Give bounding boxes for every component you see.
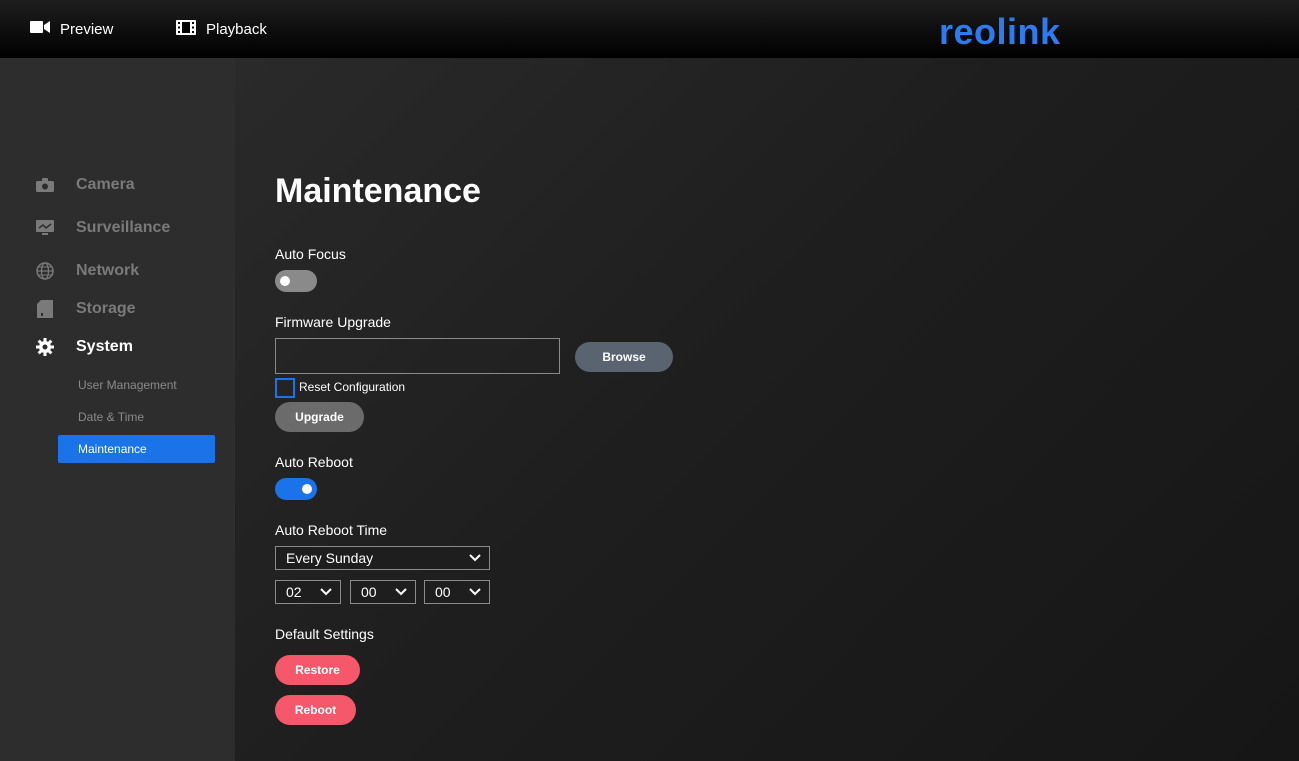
auto-reboot-label: Auto Reboot (275, 454, 353, 470)
film-icon (176, 19, 196, 39)
camera-icon (36, 176, 54, 194)
firmware-file-input[interactable] (275, 338, 560, 374)
globe-icon (36, 262, 54, 280)
auto-reboot-time-label: Auto Reboot Time (275, 522, 388, 538)
reboot-day-value: Every Sunday (286, 550, 374, 566)
sidebar-item-storage[interactable]: Storage (36, 300, 136, 318)
reset-configuration-checkbox[interactable] (275, 378, 295, 398)
chevron-down-icon (320, 588, 332, 596)
firmware-upgrade-label: Firmware Upgrade (275, 314, 391, 330)
sidebar-subitem-user-management[interactable]: User Management (58, 371, 215, 399)
default-settings-label: Default Settings (275, 626, 374, 642)
chevron-down-icon (469, 588, 481, 596)
reset-configuration-label: Reset Configuration (299, 380, 406, 394)
top-bar: Preview Playback reolink (0, 0, 1299, 58)
reboot-second-value: 00 (435, 584, 451, 600)
sidebar-item-surveillance[interactable]: Surveillance (36, 219, 170, 237)
sd-card-icon (36, 300, 54, 318)
monitor-icon (36, 219, 54, 237)
chevron-down-icon (395, 588, 407, 596)
restore-button[interactable]: Restore (275, 655, 360, 685)
chevron-down-icon (469, 554, 481, 562)
reboot-second-select[interactable]: 00 (424, 580, 490, 604)
browse-button[interactable]: Browse (575, 342, 673, 372)
sidebar-item-system[interactable]: System (36, 338, 133, 356)
reboot-minute-value: 00 (361, 584, 377, 600)
auto-reboot-toggle[interactable] (275, 478, 317, 500)
toggle-knob (302, 484, 312, 494)
sidebar-item-camera[interactable]: Camera (36, 176, 135, 194)
reboot-button[interactable]: Reboot (275, 695, 356, 725)
main-content: Maintenance Auto Focus Firmware Upgrade … (235, 58, 1299, 761)
sidebar: Camera Surveillance Network Storage Syst… (0, 58, 235, 761)
toggle-knob (280, 276, 290, 286)
auto-focus-label: Auto Focus (275, 246, 346, 262)
sidebar-item-label: Camera (76, 176, 135, 193)
sidebar-subitem-maintenance[interactable]: Maintenance (58, 435, 215, 463)
reboot-hour-value: 02 (286, 584, 302, 600)
reboot-minute-select[interactable]: 00 (350, 580, 416, 604)
reboot-day-select[interactable]: Every Sunday (275, 546, 490, 570)
sidebar-item-label: Storage (76, 300, 136, 317)
nav-playback-label: Playback (206, 20, 267, 38)
sidebar-item-label: Network (76, 262, 140, 279)
upgrade-button[interactable]: Upgrade (275, 402, 364, 432)
video-camera-icon (30, 20, 50, 38)
sidebar-item-label: System (76, 338, 133, 355)
reboot-hour-select[interactable]: 02 (275, 580, 341, 604)
gear-icon (36, 338, 54, 356)
page-title: Maintenance (275, 172, 481, 210)
nav-preview-label: Preview (60, 20, 114, 38)
sidebar-subitem-date-time[interactable]: Date & Time (58, 403, 215, 431)
nav-playback[interactable]: Playback (176, 18, 267, 40)
sidebar-item-network[interactable]: Network (36, 262, 139, 280)
sidebar-item-label: Surveillance (76, 219, 171, 236)
auto-focus-toggle[interactable] (275, 270, 317, 292)
nav-preview[interactable]: Preview (30, 18, 113, 40)
reolink-logo: reolink (939, 11, 1061, 52)
